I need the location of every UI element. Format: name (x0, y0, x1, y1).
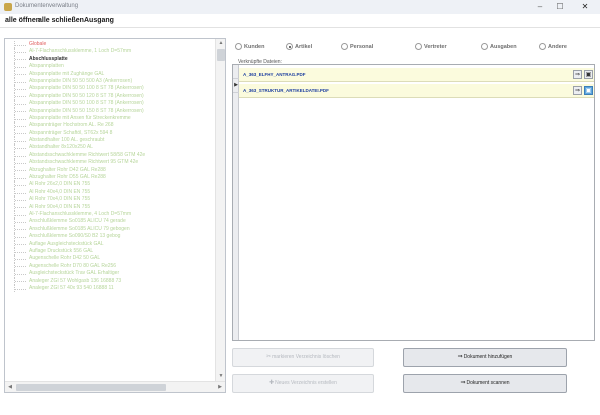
tree-item[interactable]: Anschlußklemme So090/S0 B2 13 gebog (5, 233, 215, 241)
tree-item[interactable]: Globale (5, 41, 215, 49)
plus-icon: ✚ (269, 380, 275, 386)
tree-item[interactable]: Anschlußklemme So0185 ALICU 74 gerade (5, 218, 215, 227)
radio-button-icon[interactable] (341, 43, 348, 50)
radio-label: Kunden (244, 43, 265, 50)
document-row[interactable]: A_363_ELFHY_ANTRAG.PDF ⇒ ▣ (239, 68, 594, 82)
close-button[interactable]: ✕ (570, 0, 600, 14)
app-folder-icon (4, 3, 12, 11)
radio-label: Andere (548, 43, 567, 50)
tree-item[interactable]: Abspannplatte DIN 50 50 100 8 ST 78 (Ank… (5, 100, 215, 108)
tree-item[interactable]: Abzughalter Rohr D55 GAL Re288 (5, 174, 215, 182)
tree-item[interactable]: Abzughalter Rohr D42 GAL Re288 (5, 166, 215, 175)
title-bar: Dokumentenverwaltung – ☐ ✕ (0, 0, 600, 14)
window-controls: – ☐ ✕ (530, 0, 600, 14)
radio-button-icon[interactable] (235, 43, 242, 50)
documents-grid: ▶ A_363_ELFHY_ANTRAG.PDF ⇒ ▣ A_363_STRUK… (232, 64, 595, 341)
category-filter: Kunden Artikel Personal Vertreter Ausgaben An… (233, 40, 595, 54)
tree-horizontal-scrollbar[interactable]: ◀ ▶ (5, 381, 225, 392)
scroll-thumb[interactable] (217, 49, 225, 61)
tree-item[interactable]: Abspannplatten (5, 63, 215, 71)
tree-item[interactable]: Anschlußklemme So0185 ALICU 79 gebogen (5, 225, 215, 234)
add-document-button[interactable]: ⇒Dokument hinzufügen (403, 348, 567, 367)
tree-item[interactable]: Augenschelle Rohr D70 80 GAL Re256 (5, 262, 215, 271)
radio-label: Personal (350, 43, 374, 50)
document-row[interactable]: A_363_STRUKTUR_ARTIKELDATEI.PDF ⇒ ▣ (239, 84, 594, 98)
tree-item[interactable]: Abschlussplatte (5, 55, 215, 64)
open-document-icon[interactable]: ⇒ (573, 86, 582, 95)
radio-button-icon[interactable] (415, 43, 422, 50)
maximize-button[interactable]: ☐ (550, 0, 570, 14)
tree-item[interactable]: Al-7-Flachanschlussklemme, 1 Loch D=57mm (5, 48, 215, 57)
tree-item[interactable]: Abspannträger Hochstrom AL. Re 268 (5, 122, 215, 131)
scroll-right-icon[interactable]: ▶ (215, 382, 225, 392)
tree-item[interactable]: Abstandhalter 8x120x250 AL (5, 144, 215, 153)
menu-exit[interactable]: Ausgang (84, 17, 114, 24)
article-tree[interactable]: Globale Al-7-Flachanschlussklemme, 1 Loch… (4, 38, 226, 393)
radio-andere[interactable]: Andere (539, 43, 567, 50)
tree-item[interactable]: Abstandsschwachklemme Richtwert 95 GTM 4… (5, 159, 215, 168)
document-file-link[interactable]: A_363_STRUKTUR_ARTIKELDATEI.PDF (243, 88, 329, 93)
tree-item[interactable]: Analeger ZGI 57 Wohlgasb 136 16888 73 (5, 277, 215, 286)
row-header: ▶ (233, 65, 239, 340)
tree-item[interactable]: Abspannplatte mit Zughänge GAL (5, 70, 215, 79)
tree-item[interactable]: Analeger ZGI 57 40x 93 540 16888 11 (5, 284, 215, 293)
tree-item[interactable]: Augenschelle Rohr D42 50 GAL (5, 255, 215, 264)
tree-item[interactable]: Abstandhalter 100 AL. geschraubt (5, 137, 215, 145)
arrow-in-icon: ⇒ (457, 354, 463, 360)
tree-vertical-scrollbar[interactable]: ▲ ▼ (215, 39, 225, 381)
window-title: Dokumentenverwaltung (15, 3, 79, 9)
radio-artikel[interactable]: Artikel (286, 43, 312, 50)
scan-document-button[interactable]: ⇒Dokument scannen (403, 374, 567, 393)
tree-item[interactable]: Abspannplatte DIN 50 50 150 8 ST 78 (Ank… (5, 107, 215, 116)
radio-label: Vertreter (424, 43, 447, 50)
document-file-link[interactable]: A_363_ELFHY_ANTRAG.PDF (243, 72, 306, 77)
radio-ausgaben[interactable]: Ausgaben (481, 43, 517, 50)
new-folder-button[interactable]: ✚Neues Verzeichnis erstellen (232, 374, 374, 393)
scissors-icon: ✂ (266, 354, 272, 360)
scroll-down-icon[interactable]: ▼ (216, 372, 225, 381)
tree-item[interactable]: Abspannplatte DIN 50 50 120 8 ST 78 (Ank… (5, 92, 215, 101)
tree-list: Globale Al-7-Flachanschlussklemme, 1 Loch… (5, 39, 215, 381)
select-document-icon[interactable]: ▣ (584, 86, 593, 95)
tree-item[interactable]: Ausgleichsteckstück Trav GAL Erhaltiger (5, 270, 215, 278)
scroll-left-icon[interactable]: ◀ (5, 382, 15, 392)
tree-item[interactable]: Abspannplatte mit Ansen für Streckenkrem… (5, 114, 215, 123)
radio-kunden[interactable]: Kunden (235, 43, 264, 50)
tree-item[interactable]: Abspannträger Schaftöl, ST62x 594 8 (5, 129, 215, 138)
select-document-icon[interactable]: ▣ (584, 70, 593, 79)
scroll-up-icon[interactable]: ▲ (216, 39, 225, 48)
tree-item[interactable]: Al Rohr 70x4,0 DIN EN 755 (5, 196, 215, 205)
menu-bar: alle öffnen alle schließen Ausgang (0, 14, 600, 28)
menu-close-all[interactable]: alle schließen (38, 17, 84, 24)
tree-item[interactable]: Auflage Druckstück 556 GAL (5, 247, 215, 256)
tree-item[interactable]: Al Rohr 26x2,0 DIN EN 755 (5, 181, 215, 190)
radio-button-icon[interactable] (539, 43, 546, 50)
radio-button-icon[interactable] (286, 43, 293, 50)
tree-item[interactable]: Al-7-Flachanschlussklemme, 4 Loch D=57mm (5, 210, 215, 219)
radio-label: Ausgaben (490, 43, 517, 50)
menu-open-all[interactable]: alle öffnen (5, 17, 40, 24)
arrow-in-icon: ⇒ (460, 380, 466, 386)
tree-item[interactable]: Abstandsschwachklemme Richtwert 58/58 GT… (5, 151, 215, 160)
tree-item[interactable]: Abspannplatte DIN 50 50 100 8 ST 78 (Ank… (5, 85, 215, 94)
minimize-button[interactable]: – (530, 0, 550, 14)
radio-vertreter[interactable]: Vertreter (415, 43, 447, 50)
open-document-icon[interactable]: ⇒ (573, 70, 582, 79)
tree-item[interactable]: Al Rohr 90x4,0 DIN EN 755 (5, 203, 215, 212)
tree-item[interactable]: Auflage Ausgleichsteckstück GAL (5, 240, 215, 249)
scroll-thumb-horizontal[interactable] (16, 384, 166, 391)
radio-button-icon[interactable] (481, 43, 488, 50)
mark-folder-delete-button[interactable]: ✂markieren Verzeichnis löschen (232, 348, 374, 367)
tree-item[interactable]: Abspannplatte DIN 50 50 500 A3 (Ankerros… (5, 77, 215, 86)
radio-label: Artikel (295, 43, 313, 50)
radio-personal[interactable]: Personal (341, 43, 373, 50)
tree-item[interactable]: Al Rohr 40x4,0 DIN EN 755 (5, 188, 215, 197)
